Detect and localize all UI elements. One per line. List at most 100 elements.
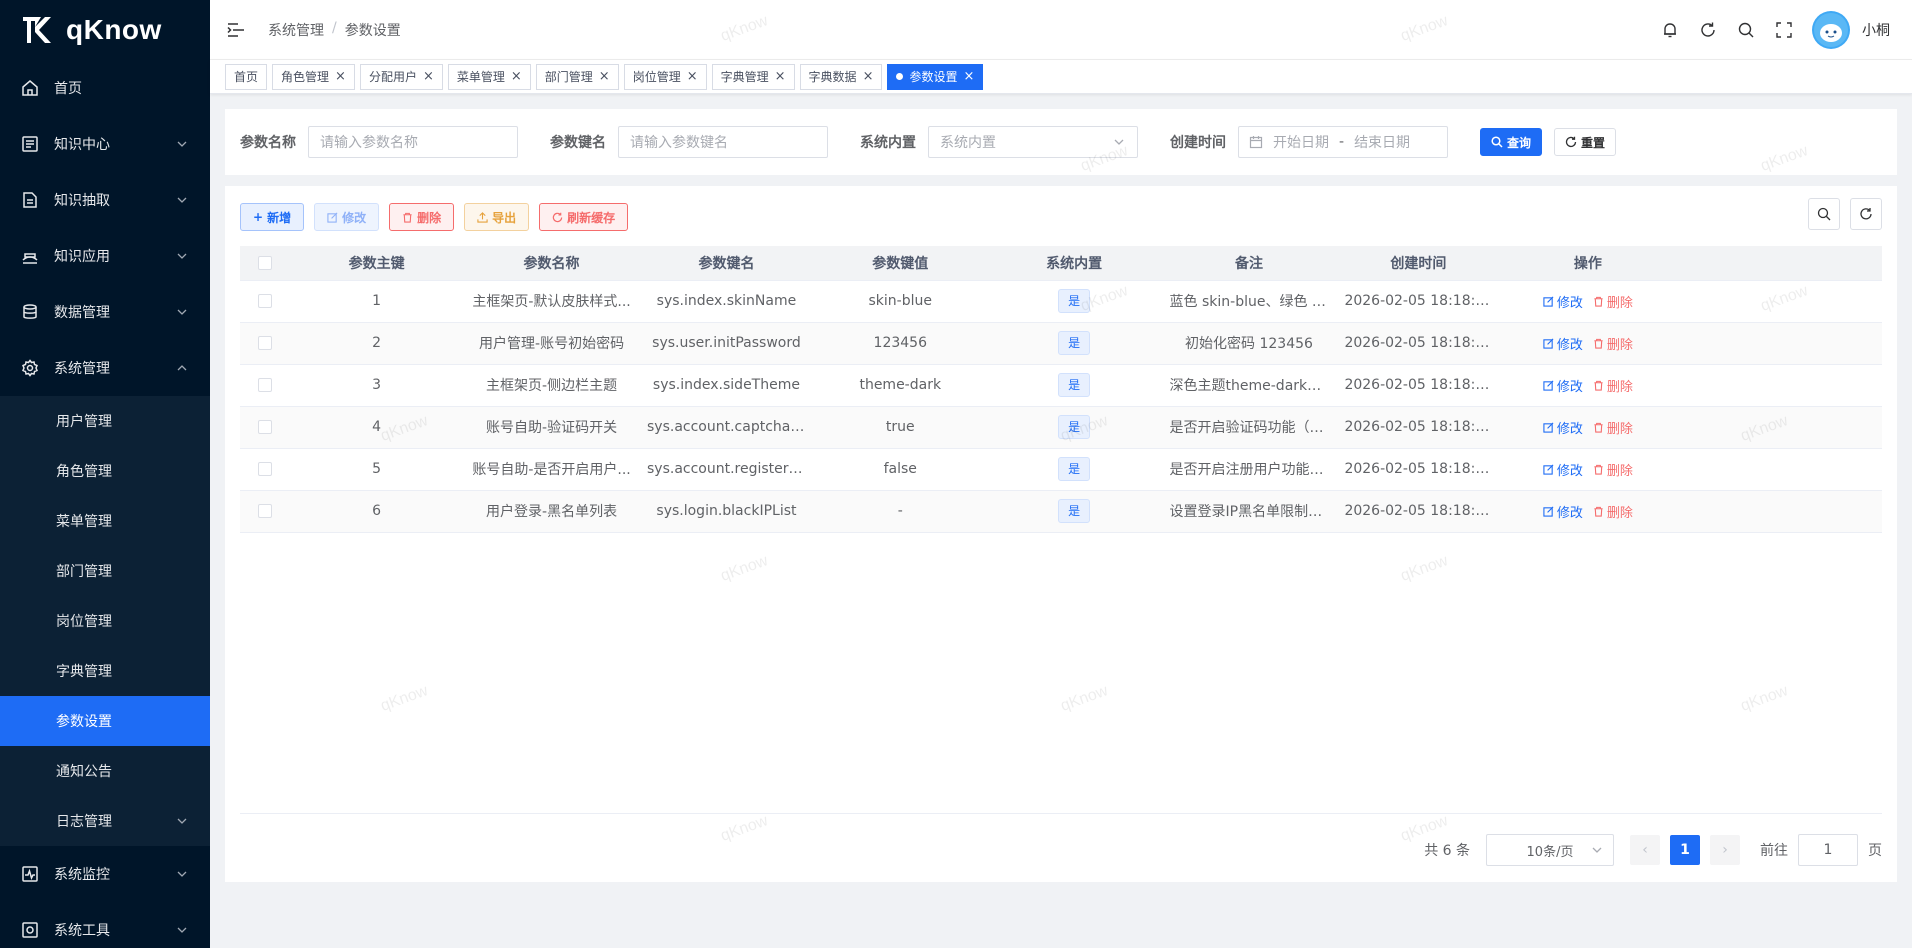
bell-icon[interactable] — [1660, 20, 1680, 40]
sidebar-item-knowledge-app[interactable]: 知识应用 — [0, 228, 210, 284]
row-checkbox[interactable] — [257, 420, 272, 434]
sidebar-item-menus[interactable]: 菜单管理 — [0, 496, 210, 546]
tag-dict-data[interactable]: 字典数据 × — [799, 63, 883, 90]
home-icon — [20, 78, 40, 98]
knowledge-app-icon — [20, 246, 40, 266]
sidebar-item-users[interactable]: 用户管理 — [0, 396, 210, 446]
row-edit-link[interactable]: 修改 — [1543, 418, 1583, 437]
row-edit-link[interactable]: 修改 — [1543, 460, 1583, 479]
row-delete-link[interactable]: 删除 — [1593, 460, 1633, 479]
breadcrumb-item[interactable]: 系统管理 — [268, 20, 324, 40]
search-icon[interactable] — [1736, 20, 1756, 40]
date-range-picker[interactable]: 开始日期 - 结束日期 — [1238, 126, 1448, 158]
start-date-placeholder[interactable]: 开始日期 — [1273, 132, 1329, 152]
sidebar-item-home[interactable]: 首页 — [0, 60, 210, 116]
logo[interactable]: qKnow — [0, 0, 210, 60]
row-delete-link[interactable]: 删除 — [1593, 292, 1633, 311]
close-icon[interactable]: × — [687, 70, 698, 83]
select-all-checkbox[interactable] — [257, 255, 272, 270]
tag-assign-users[interactable]: 分配用户 × — [359, 63, 443, 90]
row-select-cell — [240, 322, 290, 365]
row-edit-link[interactable]: 修改 — [1543, 334, 1583, 353]
row-edit-link[interactable]: 修改 — [1543, 502, 1583, 521]
refresh-cache-button[interactable]: 刷新缓存 — [539, 203, 629, 231]
table-header-row: 参数主键 参数名称 参数键名 参数键值 系统内置 备注 创建时间 操作 — [240, 246, 1882, 281]
close-icon[interactable]: × — [423, 70, 434, 83]
add-button[interactable]: + 新增 — [240, 203, 305, 231]
close-icon[interactable]: × — [963, 70, 974, 83]
tag-label: 字典管理 — [720, 70, 769, 84]
query-button[interactable]: 查询 — [1480, 128, 1543, 156]
sidebar-item-dictionaries[interactable]: 字典管理 — [0, 646, 210, 696]
fullscreen-icon[interactable] — [1774, 20, 1794, 40]
end-date-placeholder[interactable]: 结束日期 — [1354, 132, 1410, 152]
table-row[interactable]: 3 主框架页-侧边栏主题 sys.index.sideTheme theme-dark… — [240, 364, 1882, 407]
param-key-input[interactable]: 请输入参数键名 — [618, 126, 828, 158]
row-checkbox[interactable] — [257, 462, 272, 476]
page-number[interactable]: 1 — [1670, 835, 1700, 865]
sidebar-item-system-tools[interactable]: 系统工具 — [0, 902, 210, 948]
close-icon[interactable]: × — [775, 70, 786, 83]
tag-departments[interactable]: 部门管理 × — [535, 63, 619, 90]
close-icon[interactable]: × — [335, 70, 346, 83]
prev-page-button[interactable]: ‹ — [1630, 835, 1660, 865]
tag-parameters[interactable]: 参数设置 × — [887, 63, 984, 90]
calendar-icon — [1249, 136, 1263, 149]
cell-spacer — [1675, 448, 1882, 491]
param-name-input[interactable]: 请输入参数名称 — [308, 126, 518, 158]
row-delete-link[interactable]: 删除 — [1593, 502, 1633, 521]
column-header: 系统内置 — [986, 246, 1162, 281]
row-delete-link[interactable]: 删除 — [1593, 334, 1633, 353]
row-checkbox[interactable] — [257, 504, 272, 518]
delete-button[interactable]: 删除 — [389, 203, 455, 231]
tag-posts[interactable]: 岗位管理 × — [623, 63, 707, 90]
row-checkbox[interactable] — [257, 336, 272, 350]
avatar[interactable] — [1812, 11, 1850, 49]
goto-page-input[interactable]: 1 — [1798, 834, 1858, 866]
refresh-icon[interactable] — [1698, 20, 1718, 40]
row-checkbox[interactable] — [257, 378, 272, 392]
row-edit-link[interactable]: 修改 — [1543, 376, 1583, 395]
sidebar-item-knowledge-center[interactable]: 知识中心 — [0, 116, 210, 172]
row-edit-link[interactable]: 修改 — [1543, 292, 1583, 311]
close-icon[interactable]: × — [863, 70, 874, 83]
collapse-sidebar-icon[interactable] — [226, 20, 246, 40]
page-size-select[interactable]: 10条/页 — [1486, 834, 1614, 866]
table-row[interactable]: 5 账号自助-是否开启用户... sys.account.registerUser f… — [240, 448, 1882, 491]
table-row[interactable]: 4 账号自助-验证码开关 sys.account.captchaEna... true… — [240, 406, 1882, 449]
cell-key: sys.index.skinName — [639, 280, 814, 323]
sidebar-item-departments[interactable]: 部门管理 — [0, 546, 210, 596]
table-row[interactable]: 1 主框架页-默认皮肤样式... sys.index.skinName skin-bl… — [240, 280, 1882, 323]
sidebar-item-parameters[interactable]: 参数设置 — [0, 696, 210, 746]
builtin-select[interactable]: 系统内置 — [928, 126, 1138, 158]
tag-menus[interactable]: 菜单管理 × — [447, 63, 531, 90]
sidebar-item-system-monitor[interactable]: 系统监控 — [0, 846, 210, 902]
table-row[interactable]: 2 用户管理-账号初始密码 sys.user.initPassword 123456 是… — [240, 322, 1882, 365]
tag-home[interactable]: 首页 — [225, 63, 268, 90]
toggle-search-button[interactable] — [1808, 198, 1840, 230]
username[interactable]: 小桐 — [1862, 20, 1890, 40]
sidebar-item-posts[interactable]: 岗位管理 — [0, 596, 210, 646]
row-delete-link[interactable]: 删除 — [1593, 376, 1633, 395]
tag-roles[interactable]: 角色管理 × — [272, 63, 355, 90]
sidebar-item-roles[interactable]: 角色管理 — [0, 446, 210, 496]
table-row[interactable]: 6 用户登录-黑名单列表 sys.login.blackIPList - 是 设置登录IP… — [240, 490, 1882, 533]
export-button[interactable]: 导出 — [464, 203, 530, 231]
cell-created: 2026-02-05 18:18:12 — [1336, 322, 1501, 365]
next-page-button[interactable]: › — [1710, 835, 1740, 865]
edit-button[interactable]: 修改 — [314, 203, 380, 231]
row-checkbox[interactable] — [257, 294, 272, 308]
sidebar-item-knowledge-extract[interactable]: 知识抽取 — [0, 172, 210, 228]
close-icon[interactable]: × — [511, 70, 522, 83]
close-icon[interactable]: × — [599, 70, 610, 83]
refresh-table-button[interactable] — [1850, 198, 1882, 230]
row-delete-link[interactable]: 删除 — [1593, 418, 1633, 437]
sidebar-item-logs[interactable]: 日志管理 — [0, 796, 210, 846]
sidebar-item-data-management[interactable]: 数据管理 — [0, 284, 210, 340]
tag-label: 角色管理 — [281, 70, 330, 84]
sidebar-item-notices[interactable]: 通知公告 — [0, 746, 210, 796]
tag-dictionaries[interactable]: 字典管理 × — [711, 63, 795, 90]
reset-button[interactable]: 重置 — [1554, 128, 1617, 156]
upload-icon — [477, 211, 488, 223]
sidebar-item-system-management[interactable]: 系统管理 — [0, 340, 210, 396]
